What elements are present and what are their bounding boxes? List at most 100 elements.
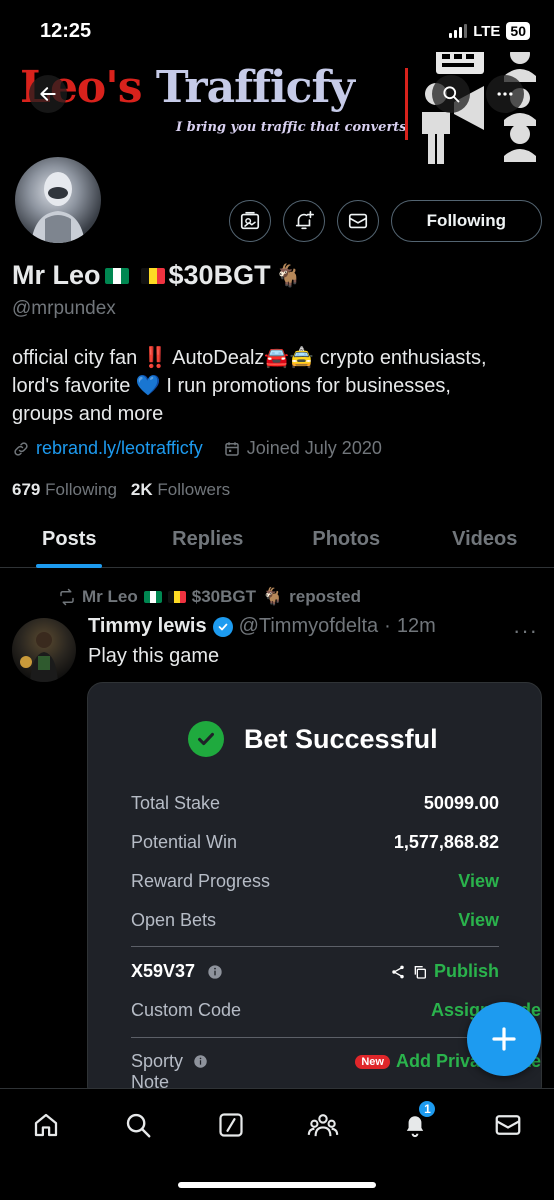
bet-row-label: Open Bets <box>131 910 217 930</box>
post-author-handle[interactable]: @Timmyofdelta <box>239 615 379 638</box>
bio-line: official city fan ‼️ AutoDealz🚘🚖 crypto … <box>12 347 487 369</box>
open-bets-view-link[interactable]: View <box>458 910 499 931</box>
bet-row-potential-win: Potential Win 1,577,868.82 <box>131 832 499 853</box>
tab-posts[interactable]: Posts <box>0 512 139 567</box>
nav-grok[interactable] <box>211 1105 251 1145</box>
belgium-flag-icon <box>140 267 165 284</box>
tab-photos[interactable]: Photos <box>277 512 416 567</box>
post-header: Timmy lewis @Timmyofdelta · 12m <box>88 615 436 638</box>
bet-row-reward-progress: Reward Progress View <box>131 871 499 892</box>
bet-row-label: Reward Progress <box>131 871 271 891</box>
nav-communities[interactable] <box>303 1105 343 1145</box>
card-divider <box>131 1037 499 1038</box>
search-icon <box>443 86 460 103</box>
tab-videos[interactable]: Videos <box>416 512 554 567</box>
home-indicator[interactable] <box>178 1182 376 1188</box>
post-author-avatar[interactable] <box>12 618 76 682</box>
custom-code-label: Custom Code <box>131 1000 242 1020</box>
banner-illustration <box>422 52 536 164</box>
author-avatar-image <box>20 632 58 682</box>
post-more-icon[interactable]: ··· <box>513 618 538 644</box>
calendar-icon <box>225 441 239 456</box>
goat-emoji-icon: 🐐 <box>274 262 302 288</box>
card-divider <box>131 946 499 947</box>
info-icon <box>194 1055 207 1068</box>
notify-button[interactable] <box>282 200 325 242</box>
battery-icon: 50 <box>506 22 530 40</box>
info-icon <box>208 964 222 979</box>
search-button[interactable] <box>432 75 470 113</box>
grok-icon <box>219 1113 243 1137</box>
profile-avatar[interactable] <box>12 154 104 246</box>
following-label: Following <box>45 480 117 499</box>
followers-count-link[interactable]: 2K Followers <box>131 480 230 500</box>
profile-meta: rebrand.ly/leotrafficfy Joined July 2020 <box>12 438 382 459</box>
profile-tabs: Posts Replies Photos Videos <box>0 512 554 568</box>
reward-view-link[interactable]: View <box>458 871 499 892</box>
following-count: 679 <box>12 480 41 499</box>
nav-messages[interactable] <box>488 1105 528 1145</box>
nigeria-flag-icon <box>143 591 162 603</box>
post-author-name[interactable]: Timmy lewis <box>88 615 207 638</box>
check-circle-icon <box>188 721 224 757</box>
copy-icon[interactable] <box>412 964 428 980</box>
home-icon <box>35 1113 58 1137</box>
publish-link[interactable]: Publish <box>434 961 499 982</box>
new-badge: New <box>355 1054 390 1069</box>
post-time[interactable]: 12m <box>397 615 436 638</box>
nigeria-flag-icon <box>104 267 129 284</box>
following-count-link[interactable]: 679 Following <box>12 480 117 500</box>
grok-image-icon <box>240 211 259 230</box>
link-icon <box>14 441 28 456</box>
joined-date: Joined July 2020 <box>246 438 382 458</box>
message-button[interactable] <box>336 200 379 242</box>
post-text: Play this game <box>88 645 220 667</box>
nav-notifications[interactable]: 1 <box>395 1099 438 1145</box>
profile-link[interactable]: rebrand.ly/leotrafficfy <box>36 438 203 459</box>
bet-row-label: Total Stake <box>131 793 221 813</box>
network-label: LTE <box>473 22 501 40</box>
repost-by-suffix: $30BGT <box>191 587 256 606</box>
status-time: 12:25 <box>40 20 92 42</box>
signal-icon <box>449 24 468 38</box>
profile-banner: Leo's Trafficfy I bring you traffic that… <box>0 52 554 168</box>
bet-row-label: Potential Win <box>131 832 238 852</box>
bet-row-value: 50099.00 <box>423 793 499 813</box>
search-icon <box>127 1113 151 1138</box>
status-bar: 12:25 LTE 50 <box>0 0 554 60</box>
more-options-button[interactable] <box>486 75 524 113</box>
back-button[interactable] <box>29 75 67 113</box>
bio-line: lord's favorite 💙 I run promotions for b… <box>12 375 451 397</box>
bet-code-row: X59V37 Publish <box>131 961 499 982</box>
more-horizontal-icon <box>497 92 513 96</box>
bet-row-value: 1,577,868.82 <box>393 832 499 852</box>
followers-count: 2K <box>130 480 153 499</box>
share-icon[interactable] <box>390 964 406 980</box>
following-button[interactable]: Following <box>390 200 542 242</box>
display-name-suffix: $30BGT <box>168 260 271 290</box>
profile-display-name: Mr Leo $30BGT 🐐 <box>12 260 302 291</box>
tab-replies[interactable]: Replies <box>139 512 278 567</box>
banner-title: Leo's Trafficfy <box>20 62 355 113</box>
bell-plus-icon <box>295 211 314 230</box>
follow-counts: 679 Following 2K Followers <box>12 480 230 500</box>
compose-button[interactable] <box>467 1002 541 1076</box>
repost-icon <box>60 588 74 606</box>
avatar-image <box>31 172 85 243</box>
banner-divider <box>405 68 408 140</box>
repost-label: reposted <box>289 587 361 606</box>
bottom-nav-items: 1 <box>0 1099 554 1145</box>
bet-row-open-bets: Open Bets View <box>131 910 499 931</box>
bet-card-header: Bet Successful <box>188 721 438 757</box>
nav-search[interactable] <box>118 1105 158 1145</box>
repost-by[interactable]: Mr Leo <box>82 587 138 607</box>
arrow-left-icon <box>40 87 56 101</box>
nav-home[interactable] <box>26 1105 66 1145</box>
subscriptions-button[interactable] <box>228 200 271 242</box>
banner-subtitle: I bring you traffic that converts <box>176 120 407 135</box>
sporty-label: Sporty <box>131 1051 184 1071</box>
display-name-text: Mr Leo <box>12 260 101 290</box>
profile-handle: @mrpundex <box>12 298 116 319</box>
bet-row-total-stake: Total Stake 50099.00 <box>131 793 499 814</box>
communities-icon <box>307 1114 339 1137</box>
